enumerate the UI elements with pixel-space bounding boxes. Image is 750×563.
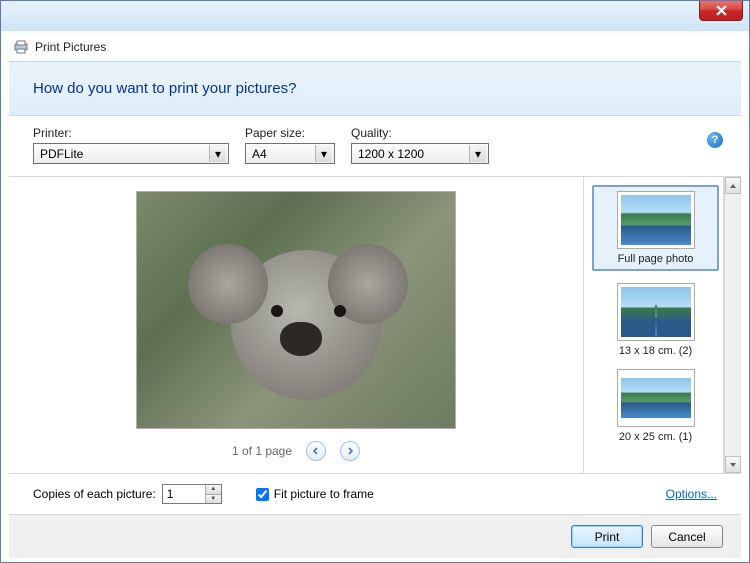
- options-link[interactable]: Options...: [666, 487, 717, 501]
- copies-spinner[interactable]: ▲ ▼: [162, 484, 222, 504]
- layout-thumb: [617, 369, 695, 427]
- copies-input[interactable]: [163, 485, 205, 503]
- layout-20x25[interactable]: 20 x 25 cm. (1): [592, 369, 719, 443]
- fit-to-frame-label: Fit picture to frame: [274, 487, 374, 501]
- quality-label: Quality:: [351, 126, 489, 140]
- options-row: Copies of each picture: ▲ ▼ Fit picture …: [9, 473, 741, 514]
- printer-icon: [13, 39, 29, 55]
- close-icon: [716, 5, 727, 16]
- preview-image: [136, 191, 456, 429]
- page-indicator: 1 of 1 page: [232, 444, 292, 458]
- settings-row: Printer: PDFLite ▾ Paper size: A4 ▾ Qual…: [9, 116, 741, 177]
- spinner-down-button[interactable]: ▼: [206, 495, 221, 504]
- arrow-left-icon: [312, 447, 320, 455]
- layout-thumb: [617, 191, 695, 249]
- titlebar: [1, 1, 749, 31]
- paper-dropdown[interactable]: A4 ▾: [245, 143, 335, 164]
- printer-label: Printer:: [33, 126, 229, 140]
- fit-to-frame-wrap[interactable]: Fit picture to frame: [256, 487, 374, 501]
- chevron-down-icon: ▾: [209, 145, 226, 162]
- printer-value: PDFLite: [40, 147, 83, 161]
- scroll-up-button[interactable]: [725, 177, 741, 194]
- layout-full-page[interactable]: Full page photo: [592, 185, 719, 271]
- print-button[interactable]: Print: [571, 525, 643, 548]
- close-button[interactable]: [699, 1, 743, 21]
- arrow-right-icon: [346, 447, 354, 455]
- copies-label: Copies of each picture:: [33, 487, 156, 501]
- koala-photo: [137, 192, 455, 428]
- layout-list[interactable]: Full page photo 13 x 18 cm. (2) 20 x 25 …: [584, 177, 724, 473]
- fit-to-frame-checkbox[interactable]: [256, 488, 269, 501]
- layout-13x18[interactable]: 13 x 18 cm. (2): [592, 283, 719, 357]
- print-pictures-dialog: Print Pictures How do you want to print …: [0, 0, 750, 563]
- main-area: 1 of 1 page Full page photo 13 x 18 cm. …: [9, 177, 741, 473]
- scroll-down-button[interactable]: [725, 456, 741, 473]
- quality-value: 1200 x 1200: [358, 147, 424, 161]
- quality-group: Quality: 1200 x 1200 ▾: [351, 126, 489, 164]
- help-button[interactable]: ?: [707, 132, 723, 148]
- printer-group: Printer: PDFLite ▾: [33, 126, 229, 164]
- next-page-button[interactable]: [340, 441, 360, 461]
- paper-value: A4: [252, 147, 267, 161]
- button-row: Print Cancel: [9, 514, 741, 558]
- arrow-down-icon: [729, 462, 737, 468]
- layout-scrollbar[interactable]: [724, 177, 741, 473]
- layout-label: 13 x 18 cm. (2): [592, 345, 719, 357]
- paper-group: Paper size: A4 ▾: [245, 126, 335, 164]
- chevron-down-icon: ▾: [315, 145, 332, 162]
- layout-label: 20 x 25 cm. (1): [592, 431, 719, 443]
- prev-page-button[interactable]: [306, 441, 326, 461]
- cancel-button[interactable]: Cancel: [651, 525, 723, 548]
- window-title: Print Pictures: [35, 40, 106, 54]
- layout-label: Full page photo: [596, 253, 715, 265]
- question-heading: How do you want to print your pictures?: [9, 61, 741, 116]
- arrow-up-icon: [729, 183, 737, 189]
- layout-thumb: [617, 283, 695, 341]
- paper-label: Paper size:: [245, 126, 335, 140]
- chevron-down-icon: ▾: [469, 145, 486, 162]
- printer-dropdown[interactable]: PDFLite ▾: [33, 143, 229, 164]
- header: Print Pictures: [1, 31, 749, 61]
- pager: 1 of 1 page: [232, 441, 360, 461]
- spinner-up-button[interactable]: ▲: [206, 485, 221, 495]
- preview-pane: 1 of 1 page: [9, 177, 584, 473]
- quality-dropdown[interactable]: 1200 x 1200 ▾: [351, 143, 489, 164]
